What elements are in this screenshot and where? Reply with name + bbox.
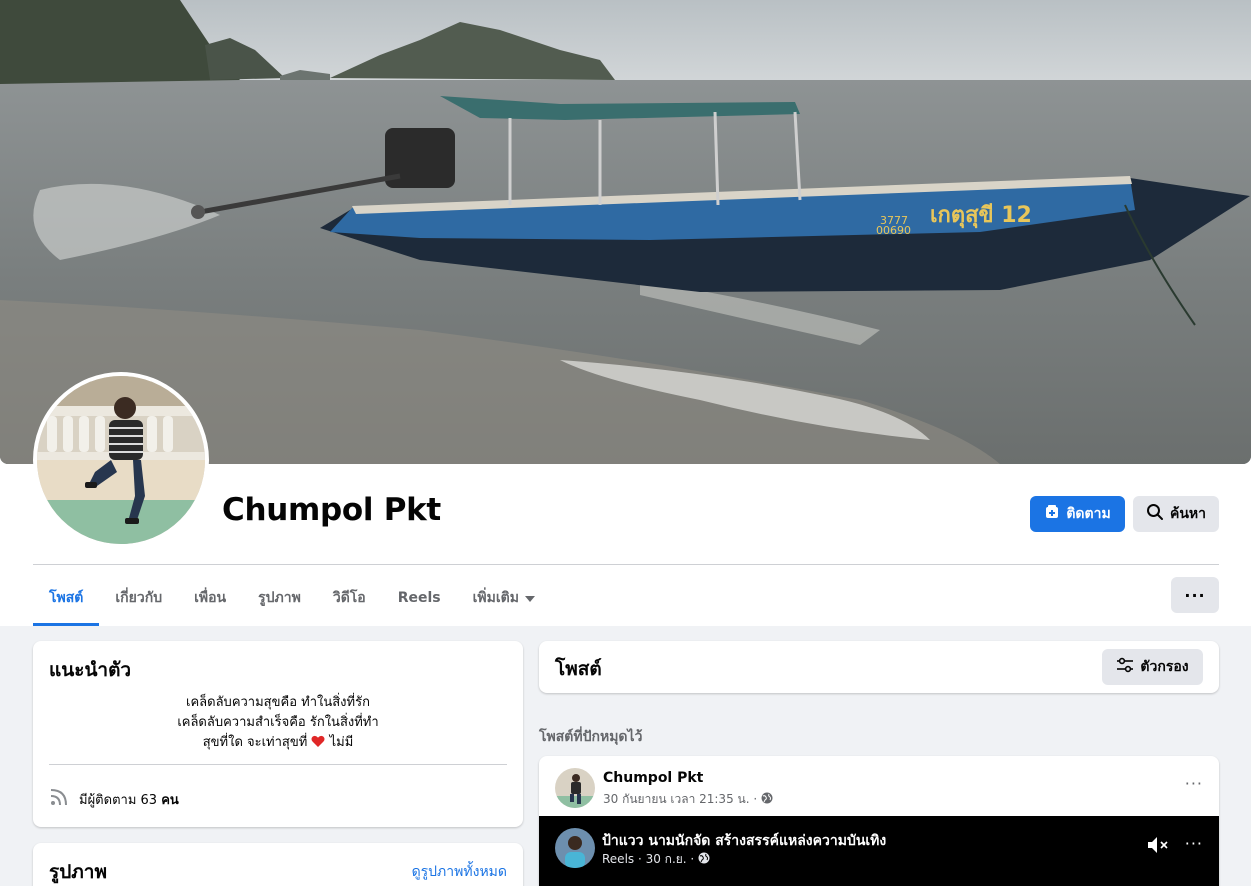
search-button[interactable]: ค้นหา: [1133, 496, 1219, 532]
profile-header: เกตุสุขี 12 3777 00690 Chumpol Pkt ติดตา…: [0, 0, 1251, 626]
search-icon: [1146, 503, 1164, 525]
photos-title: รูปภาพ: [49, 861, 107, 883]
tab-label: วิดีโอ: [332, 590, 366, 606]
follow-icon: [1044, 504, 1060, 524]
svg-text:00690: 00690: [876, 224, 911, 237]
reel-meta: Reels · 30 ก.ย. ·: [602, 850, 710, 869]
tab-label: โพสต์: [49, 590, 84, 606]
tab-friends[interactable]: เพื่อน: [178, 570, 242, 626]
more-dots-icon: ···: [1184, 585, 1206, 605]
pinned-post: Chumpol Pkt 30 กันยายน เวลา 21:35 น. · ·…: [539, 756, 1219, 886]
tab-label: เพิ่มเติม: [472, 590, 519, 606]
post-timestamp[interactable]: 30 กันยายน เวลา 21:35 น. ·: [603, 790, 757, 809]
reel-title[interactable]: ป้าแวว นามนักจัด สร้างสรรค์แหล่งความบันเ…: [602, 830, 886, 852]
posts-title: โพสต์: [555, 658, 602, 680]
posts-header-card: โพสต์ ตัวกรอง: [539, 641, 1219, 693]
intro-title: แนะนำตัว: [49, 659, 132, 681]
tab-videos[interactable]: วิดีโอ: [317, 570, 382, 626]
pinned-posts-label: โพสต์ที่ปักหมุดไว้: [539, 729, 643, 745]
post-options-button[interactable]: ···: [1185, 774, 1203, 793]
filter-button[interactable]: ตัวกรอง: [1102, 649, 1203, 685]
profile-picture[interactable]: [33, 372, 209, 548]
reel-timestamp[interactable]: Reels · 30 ก.ย. ·: [602, 850, 694, 869]
tab-label: รูปภาพ: [258, 590, 301, 606]
bio-line: เคล็ดลับความสุขคือ ทำในสิ่งที่รัก: [186, 695, 370, 710]
tab-reels[interactable]: Reels: [382, 570, 457, 626]
mute-icon[interactable]: [1147, 836, 1169, 858]
post-author-avatar[interactable]: [555, 768, 595, 808]
search-label: ค้นหา: [1169, 506, 1207, 522]
bio-line: สุขที่ใด จะเท่าสุขที่ ไม่มี: [49, 733, 507, 755]
post-author-name[interactable]: Chumpol Pkt: [603, 770, 703, 786]
globe-icon: [761, 792, 773, 807]
globe-icon: [698, 852, 710, 867]
intro-card: แนะนำตัว เคล็ดลับความสุขคือ ทำในสิ่งที่ร…: [33, 641, 523, 827]
tab-label: เพื่อน: [194, 590, 227, 606]
intro-divider: [49, 764, 507, 765]
profile-name: Chumpol Pkt: [222, 492, 441, 528]
filter-label: ตัวกรอง: [1140, 659, 1189, 675]
tab-posts[interactable]: โพสต์: [33, 570, 100, 626]
heart-icon: [311, 735, 325, 755]
photos-card: รูปภาพ ดูรูปภาพทั้งหมด: [33, 843, 523, 886]
cover-photo[interactable]: เกตุสุขี 12 3777 00690: [0, 0, 1251, 464]
svg-text:เกตุสุขี 12: เกตุสุขี 12: [930, 203, 1032, 229]
rss-icon: [49, 787, 69, 811]
bio-text: เคล็ดลับความสุขคือ ทำในสิ่งที่รัก เคล็ดล…: [49, 693, 507, 755]
see-all-photos-link[interactable]: ดูรูปภาพทั้งหมด: [412, 861, 507, 883]
tab-more[interactable]: เพิ่มเติม: [457, 570, 551, 626]
reel-author-avatar[interactable]: [555, 828, 595, 868]
tab-about[interactable]: เกี่ยวกับ: [99, 570, 178, 626]
tab-photos[interactable]: รูปภาพ: [242, 570, 317, 626]
tab-label: เกี่ยวกับ: [115, 590, 163, 606]
follow-label: ติดตาม: [1066, 506, 1111, 522]
filter-icon: [1116, 657, 1134, 677]
post-meta: 30 กันยายน เวลา 21:35 น. ·: [603, 790, 773, 809]
profile-more-button[interactable]: ···: [1171, 577, 1219, 613]
caret-down-icon: [524, 590, 535, 606]
header-divider: [33, 564, 1219, 565]
tab-label: Reels: [397, 590, 441, 606]
follow-button[interactable]: ติดตาม: [1030, 496, 1125, 532]
followers-count: มีผู้ติดตาม 63 คน: [49, 787, 179, 811]
reel-preview[interactable]: ป้าแวว นามนักจัด สร้างสรรค์แหล่งความบันเ…: [539, 816, 1219, 886]
profile-tabs: โพสต์ เกี่ยวกับ เพื่อน รูปภาพ วิดีโอ Ree…: [33, 570, 551, 626]
bio-line: เคล็ดลับความสำเร็จคือ รักในสิ่งที่ทำ: [177, 715, 379, 730]
reel-options-button[interactable]: ···: [1185, 834, 1203, 853]
